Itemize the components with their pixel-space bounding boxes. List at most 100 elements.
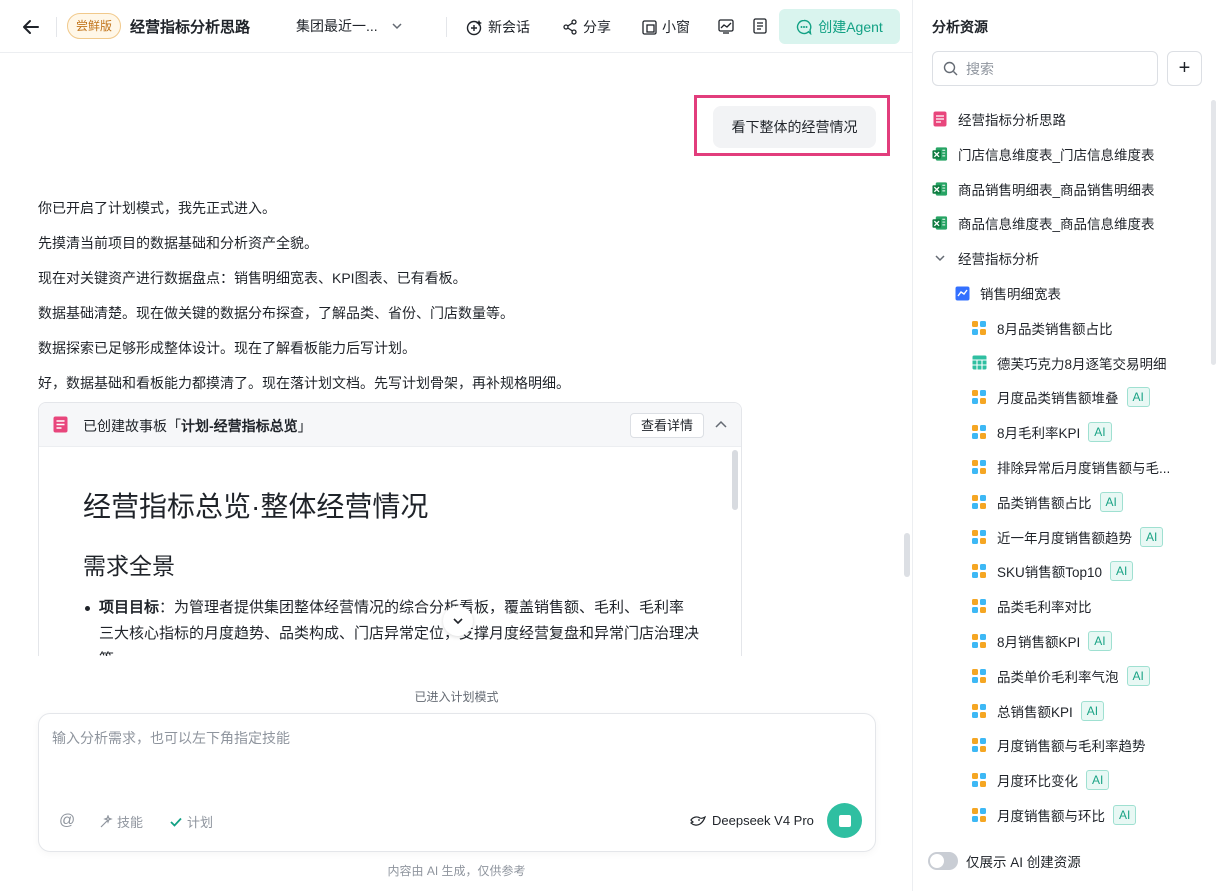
stop-button[interactable] [827,803,862,838]
ai-badge: AI [1126,665,1150,686]
table-icon [971,355,987,371]
resource-item[interactable]: 销售明细宽表 [954,282,1061,304]
resource-item[interactable]: 8月品类销售额占比 [971,317,1113,339]
chart-icon [971,494,987,510]
chevron-up-icon[interactable] [713,417,729,433]
ai-response-line: 你已开启了计划模式，我先正式进入。 [38,200,276,216]
view-details-button[interactable]: 查看详情 [630,413,704,438]
skill-label: 技能 [117,815,144,830]
trial-badge: 尝鲜版 [67,13,122,39]
ai-only-toggle[interactable] [928,852,958,870]
storyboard-heading-2: 需求全景 [83,553,175,579]
ai-response-line: 数据探索已足够形成整体设计。现在了解看板能力后写计划。 [38,340,416,356]
skill-button[interactable]: 技能 [99,812,143,831]
plan-label: 计划 [187,815,214,830]
excel-icon [932,146,948,162]
add-resource-button[interactable]: + [1167,51,1202,86]
resource-label: 德芙巧克力8月逐笔交易明细 [997,356,1167,372]
resource-item[interactable]: 排除异常后月度销售额与毛... [971,456,1170,478]
resource-item[interactable]: 品类销售额占比 AI [971,491,1123,513]
resource-item[interactable]: 8月毛利率KPI AI [971,421,1112,443]
chart-icon [971,598,987,614]
back-button[interactable] [18,14,44,40]
resource-item[interactable]: 近一年月度销售额趋势 AI [971,526,1164,548]
ai-response-line: 先摸清当前项目的数据基础和分析资产全貌。 [38,235,318,251]
resource-label: 销售明细宽表 [980,287,1061,302]
mention-button[interactable]: @ [59,812,75,830]
chart-icon [971,807,987,823]
resource-item[interactable]: SKU销售额Top10 AI [971,560,1134,582]
chevron-down-icon[interactable] [932,250,948,266]
sidebar-scrollbar[interactable] [1211,100,1216,365]
scope-select[interactable]: 集团最近一... [296,16,402,36]
resource-label: 月度销售额与毛利率趋势 [997,739,1146,755]
share-icon [563,19,577,35]
prompt-input[interactable] [52,728,852,788]
arrow-left-icon [23,20,39,34]
resource-label: 8月毛利率KPI [997,426,1081,442]
new-chat-button[interactable]: 新会话 [466,14,530,40]
ai-badge: AI [1088,631,1112,651]
ai-badge: AI [1113,805,1137,825]
skill-icon [100,814,113,827]
chart-icon [971,633,987,649]
plan-button[interactable]: 计划 [169,812,213,831]
new-chat-icon [466,19,482,35]
resource-item[interactable]: 总销售额KPI AI [971,700,1105,722]
scroll-down-button[interactable] [443,606,473,636]
chart-icon [971,320,987,336]
chevron-down-icon [453,618,463,625]
sidebar-search [932,51,1158,86]
resource-label: 品类毛利率对比 [997,600,1092,616]
agent-icon [797,19,812,35]
resource-item[interactable]: 8月销售额KPI AI [971,630,1112,652]
resource-label: 月度环比变化 [997,774,1078,790]
resource-item[interactable]: 品类单价毛利率气泡 AI [971,665,1150,687]
resource-label: 品类销售额占比 [997,495,1092,511]
resource-label: 月度品类销售额堆叠 [997,391,1119,407]
share-button[interactable]: 分享 [562,14,611,40]
sidebar-title: 分析资源 [932,19,988,35]
chevron-down-icon [392,23,402,30]
storyboard-preview: 经营指标总览·整体经营情况 需求全景 项目目标：为管理者提供集团整体经营情况的综… [39,447,741,656]
resource-item[interactable]: 商品销售明细表_商品销售明细表 [932,178,1155,200]
resource-item[interactable]: 月度品类销售额堆叠 AI [971,386,1150,408]
stop-icon [838,814,851,827]
chart-icon [971,389,987,405]
storyboard-doc-icon [53,416,68,433]
resource-item[interactable]: 月度销售额与环比 AI [971,804,1137,826]
mini-window-button[interactable]: 小窗 [642,14,690,40]
resource-item[interactable]: 德芙巧克力8月逐笔交易明细 [971,352,1167,374]
chart-icon [971,703,987,719]
share-label: 分享 [583,19,611,35]
resource-item[interactable]: 门店信息维度表_门店信息维度表 [932,143,1155,165]
resource-item[interactable]: 月度销售额与毛利率趋势 [971,734,1146,756]
ai-badge: AI [1080,700,1105,721]
storyboard-title-suffix: 」 [297,418,312,434]
chart-icon [971,459,987,475]
ai-response-line: 数据基础清楚。现在做关键的数据分布探查，了解品类、省份、门店数量等。 [38,305,514,321]
document-button[interactable] [750,16,770,36]
resource-item[interactable]: 经营指标分析思路 [932,108,1066,130]
resource-item[interactable]: 商品信息维度表_商品信息维度表 [932,212,1155,234]
dashboard-button[interactable] [716,16,736,36]
search-input[interactable] [966,60,1136,77]
chart-icon [971,668,987,684]
resource-label: 商品信息维度表_商品信息维度表 [958,217,1155,233]
ai-badge: AI [1110,561,1134,582]
bullet-label: 项目目标 [99,599,160,616]
ai-disclaimer: 内容由 AI 生成，仅供参考 [387,864,526,878]
chart-icon [971,563,987,579]
create-agent-label: 创建Agent [818,18,883,35]
resource-label: 月度销售额与环比 [997,809,1105,824]
new-chat-label: 新会话 [488,19,530,35]
resource-folder[interactable]: 经营指标分析 [932,247,1039,269]
model-select[interactable]: Deepseek V4 Pro [690,813,814,828]
scope-select-value: 集团最近一... [296,18,378,34]
excel-icon [932,181,948,197]
chat-scrollbar[interactable] [904,533,910,577]
storyboard-scrollbar[interactable] [732,450,738,510]
resource-item[interactable]: 月度环比变化 AI [971,769,1110,791]
create-agent-button[interactable]: 创建Agent [779,9,900,44]
resource-item[interactable]: 品类毛利率对比 [971,595,1092,617]
